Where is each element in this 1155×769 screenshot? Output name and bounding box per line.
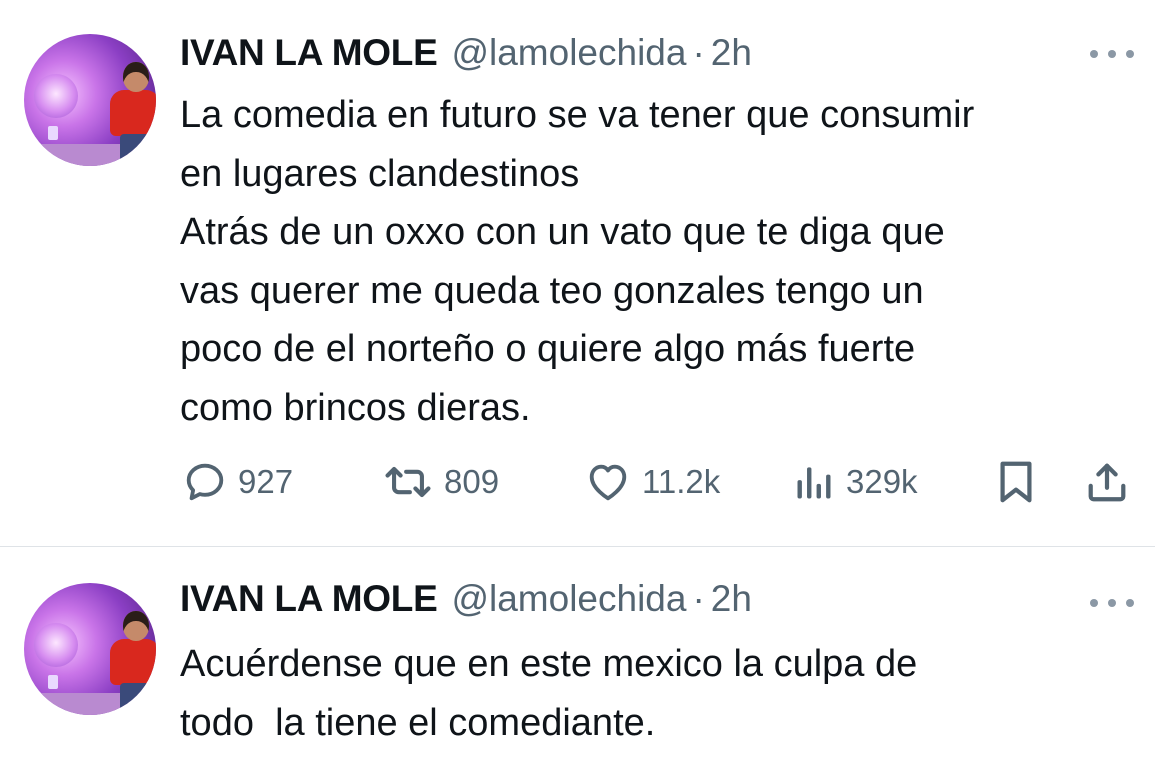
more-dot — [1090, 50, 1098, 58]
more-icon[interactable] — [1090, 42, 1134, 66]
author-handle[interactable]: @lamolechida — [451, 578, 686, 620]
more-dot — [1126, 50, 1134, 58]
like-button[interactable]: 11.2k — [584, 452, 720, 512]
repost-count: 809 — [444, 463, 500, 500]
like-count: 11.2k — [642, 463, 721, 500]
tweet-1[interactable]: IVAN LA MOLE @lamolechida · 2h La comedi… — [0, 0, 1155, 546]
tweet-2[interactable]: IVAN LA MOLE @lamolechida · 2h Acuérdens… — [0, 547, 1155, 769]
tweet-header: IVAN LA MOLE @lamolechida · 2h — [180, 578, 752, 622]
tweet-text-line: La comedia en futuro se va tener que con… — [180, 94, 975, 136]
timestamp[interactable]: 2h — [711, 32, 752, 74]
tweet-text-line: Acuérdense que en este mexico la culpa d… — [180, 643, 918, 685]
heart-icon — [584, 459, 632, 505]
repost-icon — [382, 459, 434, 505]
bookmark-button[interactable] — [996, 452, 1036, 512]
tweet-text-line: como brincos dieras. — [180, 386, 531, 429]
share-button[interactable] — [1084, 452, 1130, 512]
tweet-text-line: poco de el norteño o quiere algo más fue… — [180, 328, 916, 370]
reply-button[interactable]: 927 — [182, 452, 293, 512]
avatar-person-head — [123, 62, 149, 92]
avatar-background-sticker — [34, 623, 78, 667]
avatar-background-sticker — [34, 74, 78, 118]
views-icon — [792, 459, 836, 505]
avatar-person-legs — [120, 683, 150, 715]
separator-dot: · — [692, 32, 705, 73]
tweet-header: IVAN LA MOLE @lamolechida · 2h — [180, 32, 752, 76]
share-icon — [1084, 459, 1130, 505]
views-button[interactable]: 329k — [792, 452, 918, 512]
tweet-text-line: vas querer me queda teo gonzales tengo u… — [180, 269, 924, 312]
author-name[interactable]: IVAN LA MOLE — [180, 578, 438, 620]
avatar[interactable] — [24, 34, 156, 166]
avatar-person-legs — [120, 134, 150, 166]
more-dot — [1090, 599, 1098, 607]
more-dot — [1108, 599, 1116, 607]
avatar-background-sign — [48, 675, 58, 689]
tweet-text: La comedia en futuro se va tener que con… — [180, 86, 1140, 437]
tweet-text-line: Atrás de un oxxo con un vato que te diga… — [180, 211, 945, 253]
avatar-person-body — [110, 639, 156, 685]
separator-dot: · — [692, 578, 705, 619]
tweet-text-line: en lugares clandestinos — [180, 152, 580, 195]
more-dot — [1126, 599, 1134, 607]
views-count: 329k — [846, 463, 918, 500]
repost-button[interactable]: 809 — [382, 452, 499, 512]
avatar-background-sign — [48, 126, 58, 140]
more-dot — [1108, 50, 1116, 58]
avatar-person-head — [123, 611, 149, 641]
author-handle[interactable]: @lamolechida — [451, 32, 686, 74]
tweet-text: Acuérdense que en este mexico la culpa d… — [180, 635, 1140, 752]
avatar[interactable] — [24, 583, 156, 715]
reply-icon — [182, 459, 228, 505]
author-name[interactable]: IVAN LA MOLE — [180, 32, 438, 74]
tweet-text-line: todo la tiene el comediante. — [180, 701, 656, 744]
action-bar: 927 809 11.2k 329k — [180, 452, 1140, 512]
more-icon[interactable] — [1090, 591, 1134, 615]
timestamp[interactable]: 2h — [711, 578, 752, 620]
bookmark-icon — [996, 459, 1036, 505]
avatar-person-body — [110, 90, 156, 136]
reply-count: 927 — [238, 463, 294, 500]
